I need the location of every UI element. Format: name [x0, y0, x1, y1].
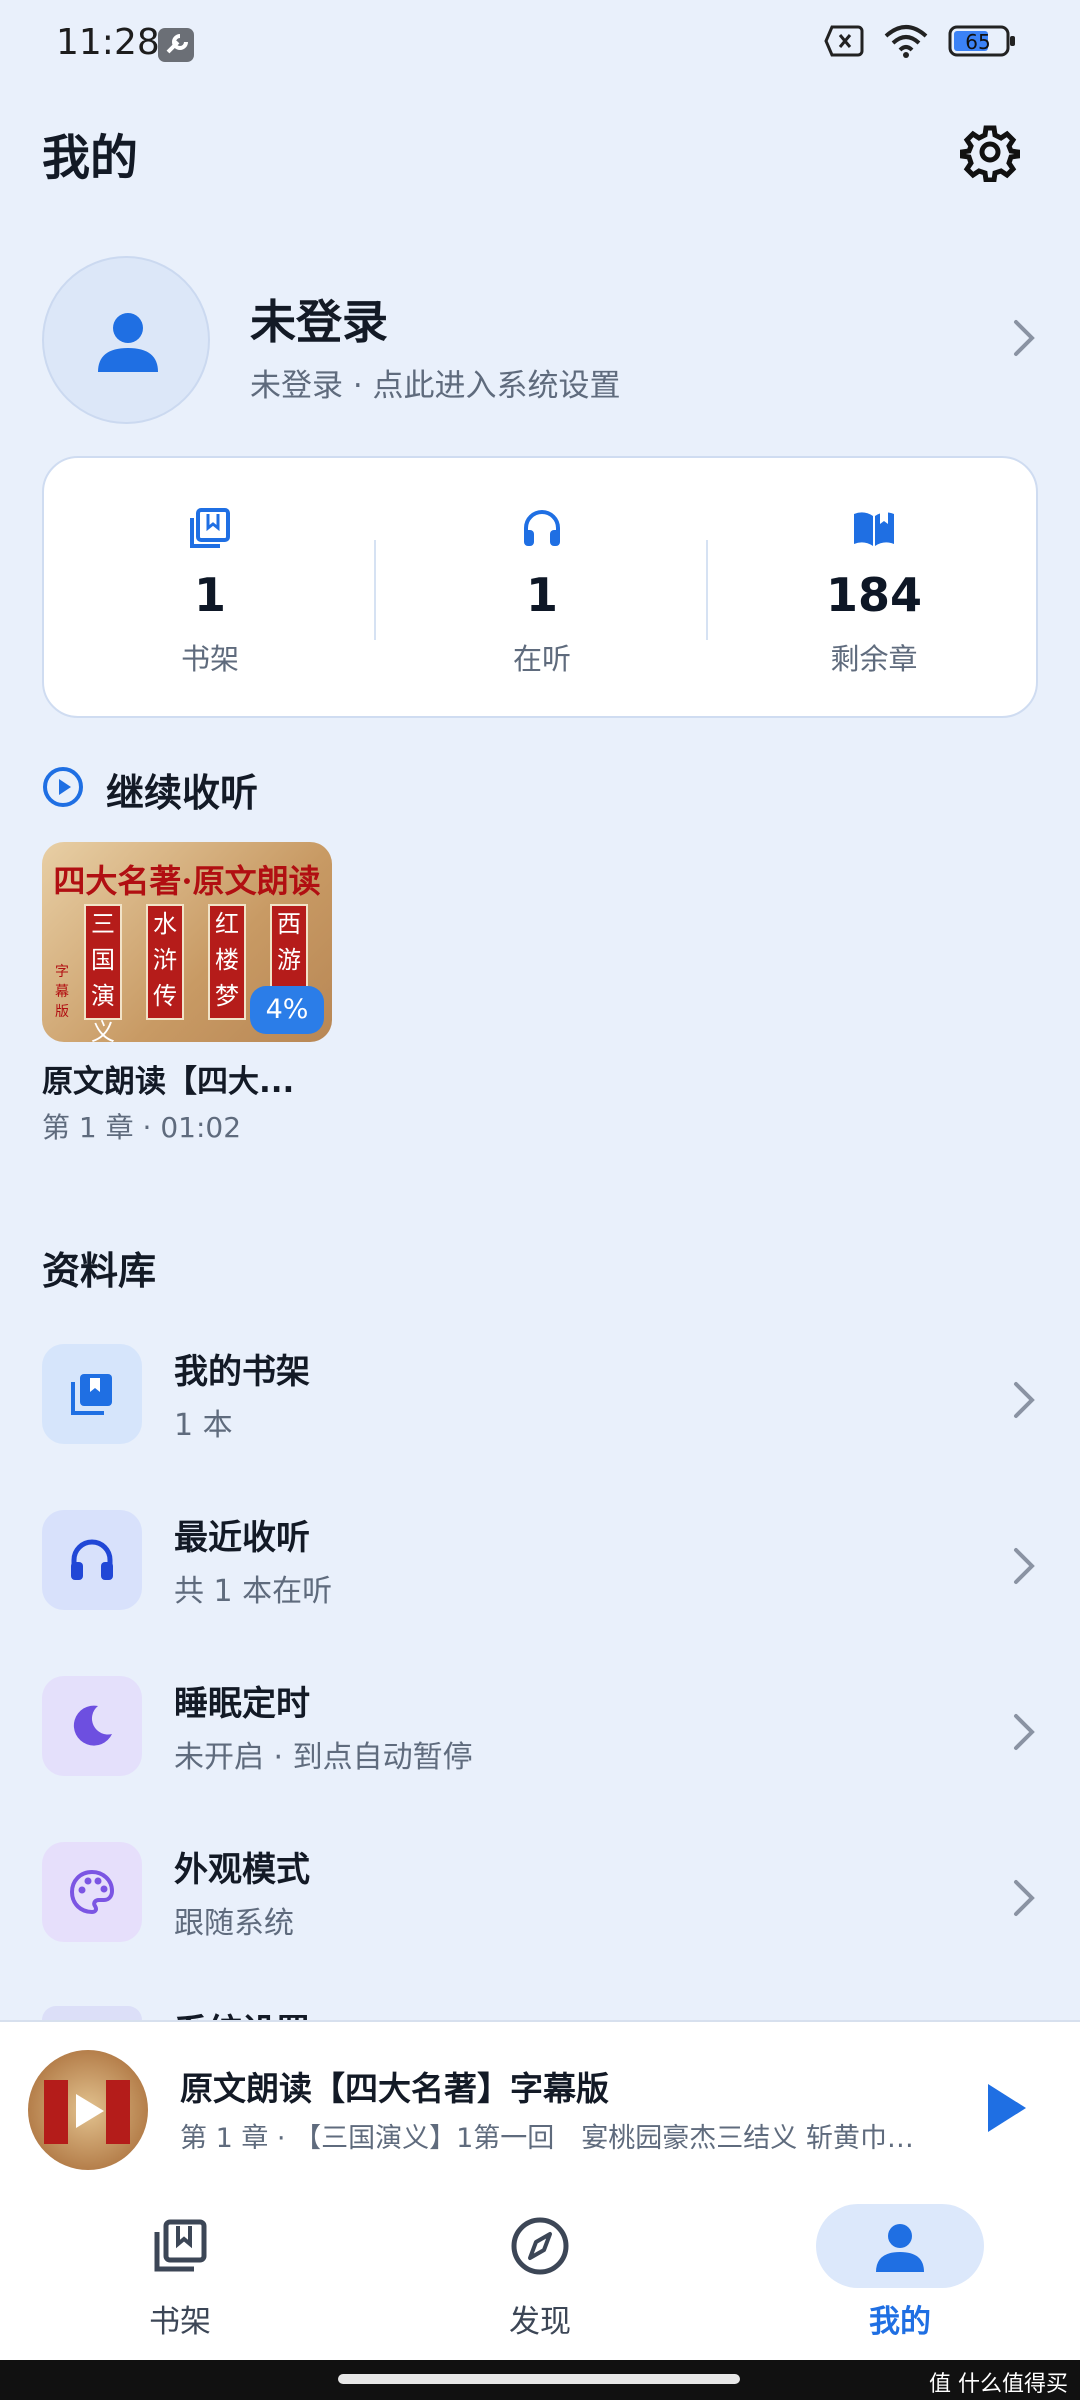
bottom-nav: 书架 发现 我的: [0, 2204, 1080, 2360]
palette-icon: [42, 1842, 142, 1942]
headphones-icon: [42, 1510, 142, 1610]
library-item-appearance[interactable]: 外观模式 跟随系统: [42, 1834, 1038, 1954]
stat-listening[interactable]: 1 在听: [376, 458, 708, 720]
library-item-system-settings-icon[interactable]: [42, 2006, 142, 2020]
library-item-sleep-timer[interactable]: 睡眠定时 未开启 · 到点自动暂停: [42, 1668, 1038, 1788]
tab-discover[interactable]: 发现: [360, 2204, 720, 2360]
tab-bookshelf[interactable]: 书架: [0, 2204, 360, 2360]
cover-side-label: 字幕版: [55, 964, 69, 1020]
gear-icon: [959, 125, 1021, 183]
cover-column: 三国演义: [84, 904, 122, 1042]
stat-label: 书架: [180, 642, 239, 676]
bookshelf-icon: [154, 2219, 207, 2272]
library-item-subtitle: 共 1 本在听: [174, 1574, 333, 1609]
stats-card: 1 书架 1 在听 184 剩余章: [42, 456, 1038, 718]
profile-name: 未登录: [250, 295, 388, 349]
play-circle-icon: [43, 767, 83, 807]
library-item-recent[interactable]: 最近收听 共 1 本在听: [42, 1502, 1038, 1622]
cover-title: 四大名著·原文朗读: [53, 862, 321, 900]
stat-label: 在听: [512, 642, 571, 676]
page-title: 我的: [42, 130, 139, 186]
chevron-right-icon: [1014, 1382, 1035, 1418]
bookshelf-icon: [42, 1344, 142, 1444]
play-icon: [76, 2094, 104, 2128]
stat-value: 1: [525, 568, 558, 622]
library-item-subtitle: 未开启 · 到点自动暂停: [174, 1740, 473, 1775]
mini-player-title: 原文朗读【四大名著】字幕版: [180, 2069, 609, 2108]
library-item-system-settings[interactable]: 系统设置: [174, 2004, 324, 2020]
wrench-icon: [158, 28, 194, 62]
tab-label: 发现: [509, 2304, 571, 2340]
status-icons: 65: [824, 24, 1016, 58]
cover-column: 水浒传: [146, 904, 184, 1020]
library-item-title: 睡眠定时: [174, 1684, 310, 1724]
tab-label: 书架: [149, 2304, 211, 2340]
book-progress: 第 1 章 · 01:02: [42, 1111, 242, 1144]
stat-value: 184: [825, 568, 923, 622]
gesture-bar: 值 什么值得买: [0, 2360, 1080, 2400]
mini-player-cover[interactable]: [28, 2050, 148, 2170]
library-title: 资料库: [42, 1249, 157, 1293]
user-icon: [98, 313, 158, 372]
library-item-bookshelf[interactable]: 我的书架 1 本: [42, 1336, 1038, 1456]
open-book-icon: [854, 512, 894, 546]
moon-icon: [42, 1676, 142, 1776]
progress-badge: 4%: [250, 986, 324, 1034]
profile-row[interactable]: 未登录 未登录 · 点此进入系统设置: [42, 256, 1038, 424]
stat-bookshelf[interactable]: 1 书架: [44, 458, 376, 720]
status-bar: 11:28 65: [0, 0, 1080, 90]
continue-section-title: 继续收听: [106, 771, 259, 815]
profile-subtitle: 未登录 · 点此进入系统设置: [250, 368, 621, 404]
cover-column: 红楼梦: [208, 904, 246, 1020]
chevron-right-icon: [1014, 1548, 1035, 1584]
stat-value: 1: [193, 568, 226, 622]
avatar[interactable]: [42, 256, 210, 424]
library-item-title: 最近收听: [174, 1518, 310, 1558]
library-item-subtitle: 跟随系统: [174, 1906, 294, 1941]
mini-player-subtitle: 第 1 章 · 【三国演义】1第一回 宴桃园豪杰三结义 斩黄巾英雄首立功: [180, 2123, 920, 2154]
battery-icon: 65: [948, 25, 1015, 57]
headphones-icon: [524, 510, 560, 546]
stat-label: 剩余章: [830, 642, 918, 676]
chevron-right-icon: [1014, 1880, 1035, 1916]
tab-mine[interactable]: 我的: [720, 2204, 1080, 2360]
stat-remaining-chapters[interactable]: 184 剩余章: [708, 458, 1040, 720]
library-item-subtitle: 1 本: [174, 1408, 233, 1443]
book-title[interactable]: 原文朗读【四大...: [42, 1056, 294, 1101]
chevron-right-icon: [1014, 1714, 1035, 1750]
home-gesture-handle[interactable]: [338, 2374, 740, 2384]
no-sim-icon: [824, 25, 864, 57]
wifi-icon: [884, 25, 928, 58]
settings-button[interactable]: [959, 122, 1021, 183]
compass-icon: [511, 2217, 569, 2275]
tab-label: 我的: [869, 2304, 931, 2340]
play-button[interactable]: [988, 2084, 1026, 2132]
library-item-title: 外观模式: [174, 1850, 310, 1890]
status-time: 11:28: [56, 22, 160, 63]
user-icon: [876, 2224, 924, 2272]
watermark: 值 什么值得买: [929, 2372, 1068, 2397]
library-item-title: 我的书架: [174, 1352, 310, 1392]
battery-level: 65: [965, 30, 990, 54]
bookshelf-icon: [190, 508, 230, 548]
book-cover[interactable]: 四大名著·原文朗读 三国演义 水浒传 红楼梦 西游 字幕版 4%: [42, 842, 332, 1042]
mini-player[interactable]: 原文朗读【四大名著】字幕版 第 1 章 · 【三国演义】1第一回 宴桃园豪杰三结…: [0, 2020, 1080, 2204]
chevron-right-icon: [1014, 320, 1035, 356]
